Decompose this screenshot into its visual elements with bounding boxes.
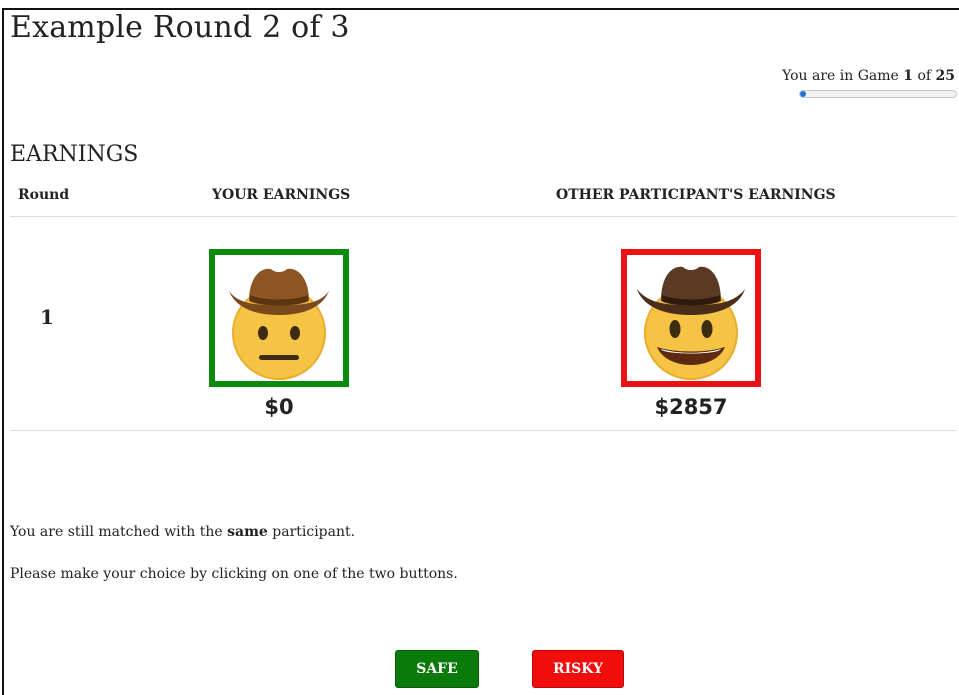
total-games: 25 xyxy=(935,68,955,84)
round-number: 1 xyxy=(40,305,54,329)
progress-bar xyxy=(799,90,957,98)
risky-button[interactable]: RISKY xyxy=(532,650,624,688)
column-header-other-earnings: OTHER PARTICIPANT'S EARNINGS xyxy=(556,187,836,203)
progress-bar-fill xyxy=(800,91,807,97)
game-progress: You are in Game 1 of 25 xyxy=(755,68,957,98)
page-title: Example Round 2 of 3 xyxy=(10,10,350,45)
column-header-your-earnings: YOUR EARNINGS xyxy=(212,187,351,203)
instruction-message: Please make your choice by clicking on o… xyxy=(10,566,458,582)
safe-button[interactable]: SAFE xyxy=(395,650,479,688)
game-progress-text: You are in Game 1 of 25 xyxy=(782,68,955,84)
other-earnings-emoji-box xyxy=(621,249,761,387)
other-earnings-amount: $2857 xyxy=(654,395,728,419)
your-earnings-amount: $0 xyxy=(264,395,294,419)
earnings-title: EARNINGS xyxy=(10,142,139,167)
grinning-cowboy-emoji-icon xyxy=(637,266,745,380)
matched-message: You are still matched with the same part… xyxy=(10,524,356,540)
column-header-round: Round xyxy=(18,187,70,203)
table-row: 1 $0 $2857 xyxy=(10,217,956,431)
current-game: 1 xyxy=(903,68,913,84)
your-earnings-emoji-box xyxy=(209,249,349,387)
earnings-table-header: Round YOUR EARNINGS OTHER PARTICIPANT'S … xyxy=(10,187,956,217)
neutral-cowboy-emoji-icon xyxy=(229,268,329,380)
